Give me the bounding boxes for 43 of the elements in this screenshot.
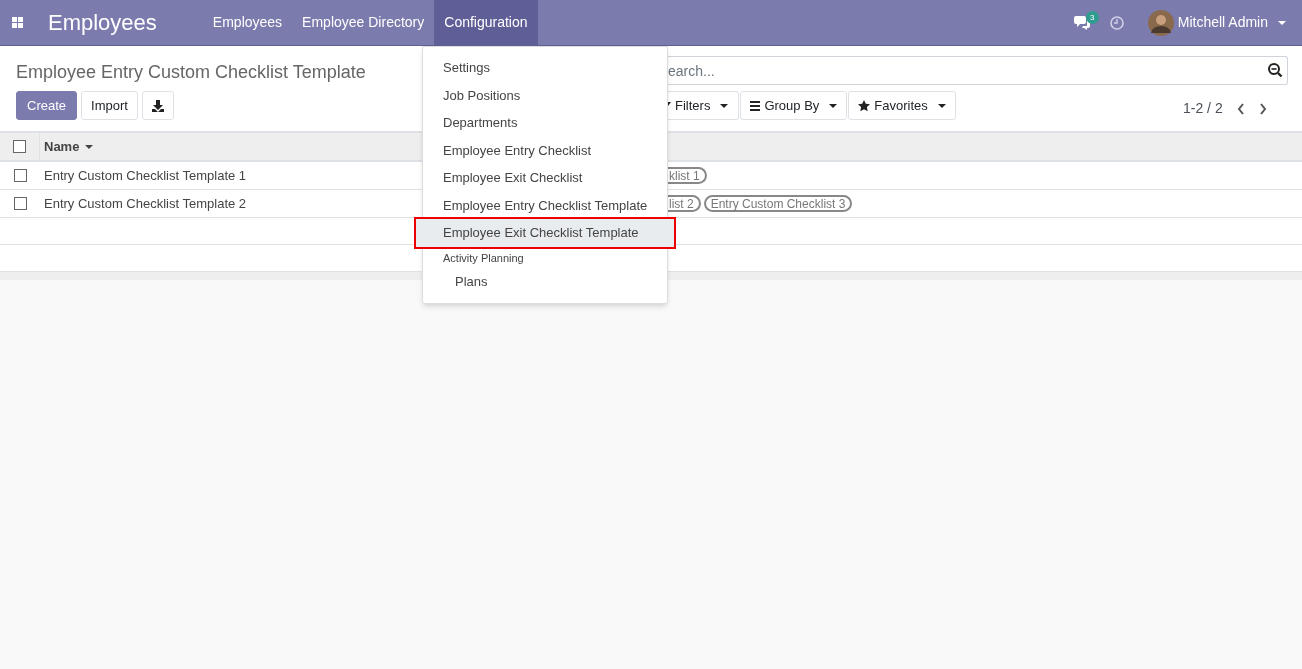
dropdown-item[interactable]: Plans xyxy=(423,268,667,296)
sort-icon xyxy=(85,144,94,149)
dropdown-item[interactable]: Employee Exit Checklist Template xyxy=(416,219,674,247)
menu-item[interactable]: Employee Directory xyxy=(292,0,435,45)
dropdown-item[interactable]: Settings xyxy=(423,54,667,82)
search-icon xyxy=(1268,63,1283,78)
dropdown-item[interactable]: Employee Exit Checklist xyxy=(423,164,667,192)
tag: Entry Custom Checklist 3 xyxy=(703,195,853,212)
filter-dropdown-button[interactable]: Group By xyxy=(740,91,848,120)
menu-item[interactable]: Employees xyxy=(202,0,293,45)
download-icon xyxy=(151,99,164,112)
caret-icon xyxy=(937,103,946,108)
clock-icon xyxy=(1109,15,1124,30)
message-count-badge: 3 xyxy=(1085,11,1099,24)
dropdown-header: Activity Planning xyxy=(442,250,525,266)
list-icon xyxy=(750,100,761,111)
table-cell: Entry Custom Checklist Template 1 xyxy=(44,167,247,183)
column-header[interactable]: Name xyxy=(40,136,94,157)
pager-value: 1-2 / 2 xyxy=(1183,99,1223,118)
import-button[interactable]: Import xyxy=(81,91,138,120)
next-icon xyxy=(1258,102,1267,115)
filter-dropdown-button[interactable]: Favorites xyxy=(848,91,956,120)
menu-item[interactable]: Configuration xyxy=(434,0,538,45)
previous-icon xyxy=(1236,102,1245,115)
download-button[interactable] xyxy=(141,91,174,120)
search-field[interactable]: earch... xyxy=(668,56,1288,85)
star-icon xyxy=(858,99,871,112)
table-cell: Entry Custom Checklist Template 2 xyxy=(44,195,247,211)
checkbox[interactable] xyxy=(13,140,26,153)
create-button[interactable]: Create xyxy=(16,91,78,120)
chat-icon xyxy=(1073,15,1090,30)
checkbox[interactable] xyxy=(13,169,27,182)
page-title: Employee Entry Custom Checklist Template xyxy=(16,61,366,84)
dropdown-item[interactable]: Employee Entry Checklist Template xyxy=(423,191,667,219)
apps-icon xyxy=(11,17,23,28)
caret-icon xyxy=(829,103,838,108)
caret-icon xyxy=(720,103,729,108)
user-name[interactable]: Mitchell Admin xyxy=(1177,12,1268,33)
checkbox[interactable] xyxy=(13,197,27,210)
dropdown-item[interactable]: Employee Entry Checklist xyxy=(423,136,667,164)
app-title: Employees xyxy=(47,9,158,37)
user-avatar xyxy=(1147,9,1174,36)
caret-icon xyxy=(1278,20,1286,25)
